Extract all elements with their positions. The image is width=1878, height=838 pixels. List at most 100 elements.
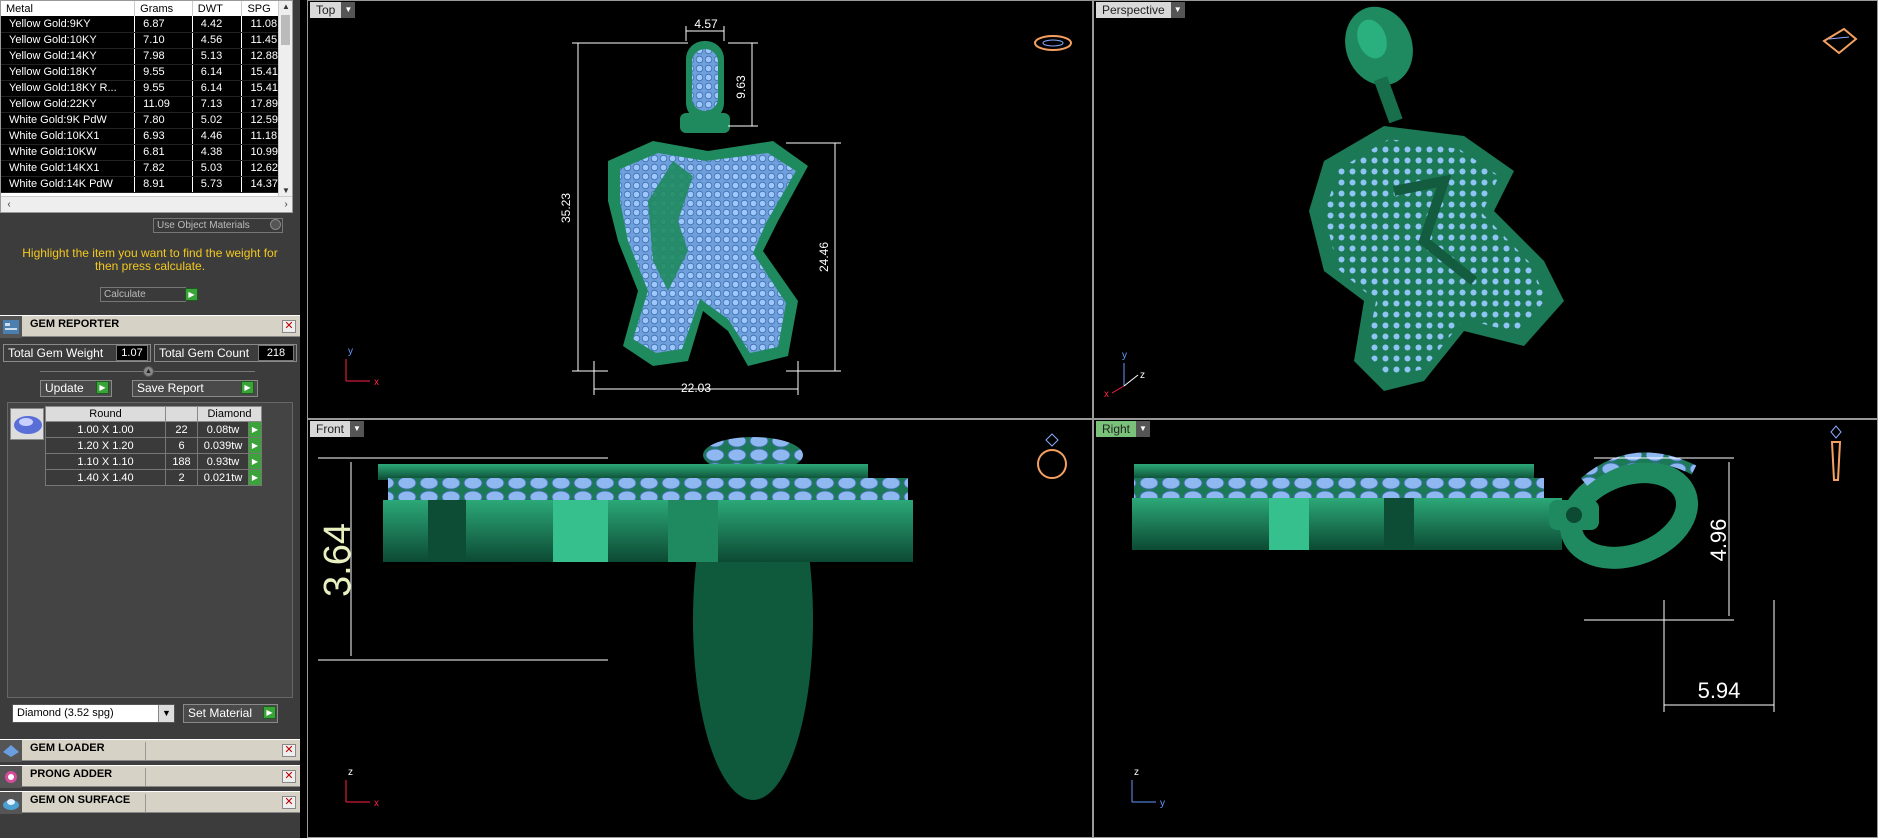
view-cube-icon[interactable] [1034,35,1072,51]
viewport-front-label[interactable]: Front ▼ [310,421,365,437]
instructions-text: Highlight the item you want to find the … [22,246,278,273]
table-row[interactable]: Yellow Gold:10KY 7.10 4.56 11.45 [1,32,279,49]
table-row[interactable]: White Gold:10KW 6.81 4.38 10.99 [1,144,279,161]
viewport-right-label[interactable]: Right ▼ [1096,421,1151,437]
prong-adder-header[interactable]: PRONG ADDER ✕ [0,765,300,788]
axis-indicator: y z x [1104,350,1145,400]
gem-row-arrow-icon[interactable]: ▶ [248,437,262,454]
close-icon[interactable]: ✕ [282,796,296,809]
metal-table-header: Metal Grams DWT SPG [1,1,279,16]
prong-adder-title: PRONG ADDER [30,768,113,780]
gem-weight-cell: 0.93tw [197,453,249,470]
table-row[interactable]: 1.40 X 1.40 2 0.021tw ▶ [45,469,262,486]
viewport-front[interactable]: 3.64 z x Front ▼ [307,419,1093,838]
round-diamond-icon [10,408,44,440]
right-view-canvas: 4.96 5.94 z y [1131,425,1842,809]
metal-table: Metal Grams DWT SPG Yellow Gold:9KY 6.87 4… [1,1,279,193]
table-row[interactable]: Yellow Gold:22KY 11.09 7.13 17.89 [1,96,279,113]
save-report-button[interactable]: Save Report [132,380,258,397]
table-row[interactable]: Yellow Gold:14KY 7.98 5.13 12.88 [1,48,279,65]
spg-cell: 14.37 [241,176,279,193]
column-header-grams[interactable]: Grams [134,1,193,16]
save-report-label: Save Report [137,381,204,395]
grams-cell: 7.82 [134,160,193,177]
metal-table-vertical-scrollbar[interactable]: ▲ ▼ [278,1,292,197]
viewport-perspective-label[interactable]: Perspective ▼ [1096,2,1185,18]
table-row[interactable]: White Gold:14K PdW 8.91 5.73 14.37 [1,176,279,193]
perspective-view-canvas: y z x [1104,6,1858,400]
table-row[interactable]: White Gold:9K PdW 7.80 5.02 12.59 [1,112,279,129]
close-icon[interactable]: ✕ [282,770,296,783]
dwt-cell: 6.14 [192,80,243,97]
column-header-spg[interactable]: SPG [241,1,279,16]
gem-weight-cell: 0.021tw [197,469,249,486]
metal-name-cell: Yellow Gold:9KY [1,16,136,33]
save-report-arrow-icon[interactable]: ▶ [241,381,254,394]
calculate-button[interactable]: ▶ [185,288,198,301]
collapse-icon[interactable]: ▲ [143,366,154,377]
gem-row-arrow-icon[interactable]: ▶ [248,453,262,470]
scroll-right-icon[interactable]: › [278,197,292,212]
spg-cell: 12.62 [241,160,279,177]
metal-name-cell: White Gold:9K PdW [1,112,136,129]
table-row[interactable]: 1.20 X 1.20 6 0.039tw ▶ [45,437,262,454]
gem-on-surface-header[interactable]: GEM ON SURFACE ✕ [0,791,300,814]
gem-row-arrow-icon[interactable]: ▶ [248,469,262,486]
dwt-cell: 4.56 [192,32,243,49]
table-row[interactable]: 1.00 X 1.00 22 0.08tw ▶ [45,421,262,438]
dim-bail-depth: 5.94 [1698,678,1741,703]
set-material-arrow-icon[interactable]: ▶ [263,706,276,719]
metal-name-cell: Yellow Gold:10KY [1,32,136,49]
spg-cell: 11.45 [241,32,279,49]
grams-cell: 7.80 [134,112,193,129]
scroll-left-icon[interactable]: ‹ [1,197,17,212]
spg-cell: 10.99 [241,144,279,161]
viewport-right[interactable]: 4.96 5.94 z y Right ▼ [1093,419,1878,838]
scroll-thumb[interactable] [281,15,290,45]
dim-letter-height: 24.46 [817,242,831,272]
close-icon[interactable]: ✕ [282,320,296,333]
chevron-down-icon[interactable]: ▼ [1136,421,1151,437]
viewport-perspective[interactable]: y z x Perspective ▼ [1093,0,1878,419]
spg-cell: 17.89 [241,96,279,113]
calculate-label: Calculate [104,289,146,300]
table-row[interactable]: Yellow Gold:18KY 9.55 6.14 15.41 [1,64,279,81]
metal-table-horizontal-scrollbar[interactable]: ‹ › [1,196,292,212]
scroll-up-icon[interactable]: ▲ [279,1,292,13]
column-header-dwt[interactable]: DWT [192,1,243,16]
table-row[interactable]: Yellow Gold:9KY 6.87 4.42 11.08 [1,16,279,33]
use-object-materials-toggle[interactable] [270,219,281,230]
metal-name-cell: Yellow Gold:14KY [1,48,136,65]
viewport-perspective-title: Perspective [1102,3,1165,17]
table-row[interactable]: 1.10 X 1.10 188 0.93tw ▶ [45,453,262,470]
viewport-top[interactable]: 4.57 9.63 35.23 24.46 22.03 y x Top ▼ [307,0,1093,419]
ring-view-icon[interactable] [1037,433,1067,479]
table-row[interactable]: White Gold:14KX1 7.82 5.03 12.62 [1,160,279,177]
dwt-cell: 5.73 [192,176,243,193]
table-row[interactable]: White Gold:10KX1 6.93 4.46 11.18 [1,128,279,145]
material-select[interactable]: Diamond (3.52 spg) ▼ [12,704,175,723]
grams-cell: 9.55 [134,80,193,97]
gem-reporter-header[interactable]: GEM REPORTER ✕ [0,315,300,338]
gem-reporter-icon [0,316,22,338]
axis-indicator: z x [345,767,379,809]
chevron-down-icon[interactable]: ▼ [341,2,356,18]
grams-cell: 7.10 [134,32,193,49]
close-icon[interactable]: ✕ [282,744,296,757]
viewport-top-label[interactable]: Top ▼ [310,2,356,18]
chevron-down-icon[interactable]: ▼ [1170,2,1185,18]
use-object-materials-field[interactable]: Use Object Materials [153,218,283,233]
calculate-field[interactable]: Calculate [100,287,186,302]
dim-front-thickness: 3.64 [317,523,359,597]
gem-loader-header[interactable]: GEM LOADER ✕ [0,739,300,762]
side-view-icon[interactable] [1830,425,1842,481]
table-row[interactable]: Yellow Gold:18KY R... 9.55 6.14 15.41 [1,80,279,97]
chevron-down-icon[interactable]: ▼ [158,705,174,722]
column-header-metal[interactable]: Metal [1,1,136,16]
update-arrow-icon[interactable]: ▶ [96,381,109,394]
axis-indicator: y x [345,346,379,388]
view-cube-icon[interactable] [1822,27,1858,55]
top-view-canvas: 4.57 9.63 35.23 24.46 22.03 y x [345,17,1072,395]
chevron-down-icon[interactable]: ▼ [350,421,365,437]
gem-row-arrow-icon[interactable]: ▶ [248,421,262,438]
